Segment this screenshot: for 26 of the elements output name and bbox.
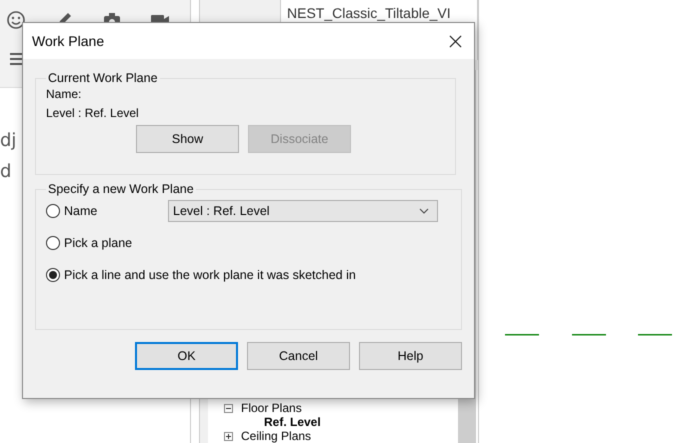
radio-button[interactable] xyxy=(46,236,60,250)
panel-text: dj xyxy=(0,130,16,151)
group-title: Current Work Plane xyxy=(47,71,159,85)
close-icon[interactable] xyxy=(449,34,462,48)
radio-button[interactable] xyxy=(46,268,60,282)
tree-item[interactable]: Ceiling Plans xyxy=(241,429,312,443)
expander-icon[interactable] xyxy=(224,432,233,440)
radio-label[interactable]: Name xyxy=(64,204,168,218)
tree-item[interactable]: Floor Plans xyxy=(241,401,302,415)
radio-button[interactable] xyxy=(46,204,60,218)
dialog-button[interactable]: OK xyxy=(135,342,238,370)
window-title: Work Plane xyxy=(32,33,104,49)
panel-text: d xyxy=(0,161,12,182)
radio-label[interactable]: Pick a line and use the work plane it was sketched in xyxy=(64,268,356,282)
expander-icon[interactable] xyxy=(224,404,233,412)
dialog-button[interactable]: Cancel xyxy=(247,342,350,370)
dropdown[interactable]: Level : Ref. Level xyxy=(168,200,438,222)
field-label: Name: xyxy=(46,86,82,103)
tree-item[interactable]: Ref. Level xyxy=(264,415,321,429)
radio-label[interactable]: Pick a plane xyxy=(64,236,168,250)
plane-value: Level : Ref. Level xyxy=(46,105,140,122)
group-title: Specify a new Work Plane xyxy=(47,182,195,196)
chevron-icon xyxy=(419,208,429,214)
dialog-button[interactable]: Help xyxy=(359,342,462,370)
dialog-button[interactable]: Show xyxy=(136,125,239,153)
smiley-icon[interactable] xyxy=(6,10,26,30)
